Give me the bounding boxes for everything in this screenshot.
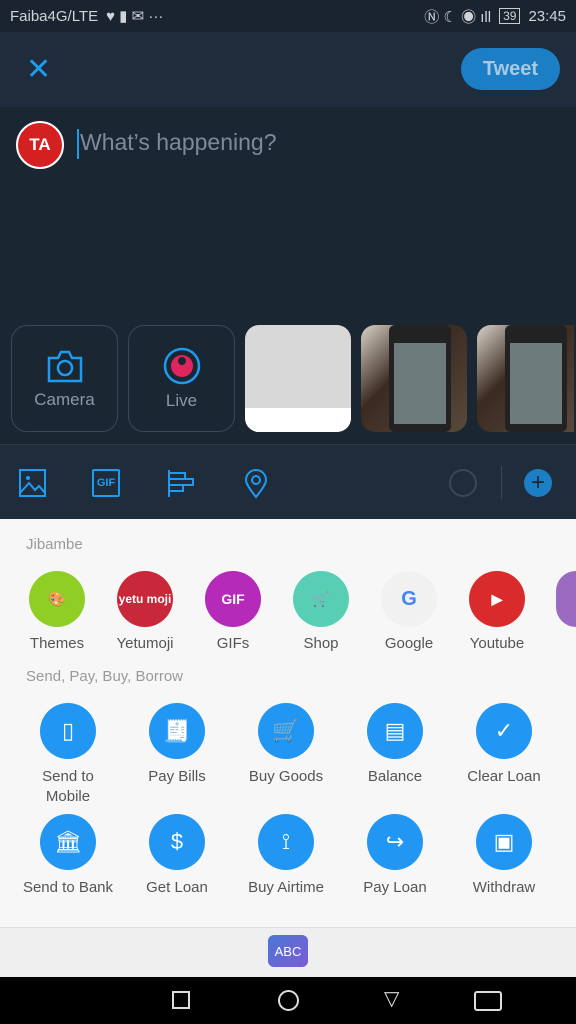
carrier: Faiba4G/LTE (10, 7, 99, 25)
shop-icon: 🛒 (293, 571, 349, 627)
pay-label: Send to Bank (22, 879, 114, 896)
pay-buy-airtime[interactable]: ⟟ Buy Airtime (232, 814, 340, 898)
pay-label: Pay Bills (148, 768, 206, 785)
google-icon: G (381, 571, 437, 627)
gifs-icon: GIF (205, 571, 261, 627)
pay-pay-loan[interactable]: ↪ Pay Loan (341, 814, 449, 898)
share-icon: ↪ (367, 814, 423, 870)
battery: 39 (499, 8, 521, 24)
pay-withdraw[interactable]: ▣ Withdraw (450, 814, 558, 898)
bill-icon: 🧾 (149, 703, 205, 759)
keyboard-switch-button[interactable] (474, 991, 502, 1011)
pay-label: Buy Goods (248, 768, 324, 785)
app-label: GIFs (216, 635, 250, 652)
balance-icon: ▤ (367, 703, 423, 759)
clock: 23:45 (528, 7, 566, 25)
live-label: Live (165, 390, 198, 410)
app-label: Google (384, 635, 434, 652)
pay-label: Buy Airtime (248, 879, 324, 896)
home-button[interactable] (278, 990, 299, 1011)
keyboard-panel: Jibambe 🎨 Themes yetu moji Yetumoji GIF GIFs 🛒… (0, 519, 576, 927)
pay-label: Get Loan (146, 879, 208, 896)
character-counter (449, 469, 477, 497)
camera-icon (47, 350, 82, 382)
pay-clear-loan[interactable]: ✓ Clear Loan (450, 703, 558, 787)
add-icon[interactable]: + (524, 469, 552, 497)
yetumoji-icon: yetu moji (117, 571, 173, 627)
photo-thumbnail[interactable] (361, 325, 467, 432)
pay-balance[interactable]: ▤ Balance (341, 703, 449, 787)
keyboard-bar: ABC (0, 927, 576, 977)
pay-get-loan[interactable]: $ Get Loan (123, 814, 231, 898)
app-label: Youtube (469, 635, 525, 652)
check-icon: ✓ (476, 703, 532, 759)
app-shop[interactable]: 🛒 Shop (281, 571, 361, 652)
section-payments: Send, Pay, Buy, Borrow (26, 668, 184, 685)
app-label: Themes (29, 635, 85, 652)
compose-area: TA What’s happening? Camera Live (0, 107, 576, 444)
cart-icon: 🛒 (258, 703, 314, 759)
compose-header: ✕ Tweet (0, 32, 576, 107)
close-icon[interactable]: ✕ (26, 55, 51, 85)
notification-icons: ♥ ▮ ✉ ··· (106, 8, 164, 25)
tweet-input[interactable]: What’s happening? (80, 129, 277, 156)
app-google[interactable]: G Google (369, 571, 449, 652)
app-yetumoji[interactable]: yetu moji Yetumoji (105, 571, 185, 652)
tower-icon: ⟟ (258, 814, 314, 870)
back-button[interactable]: ▽ (384, 986, 399, 1011)
recents-button[interactable] (172, 991, 190, 1009)
photo-thumbnail[interactable] (477, 325, 574, 432)
section-jibambe: Jibambe (26, 536, 83, 553)
location-icon[interactable] (244, 469, 268, 499)
avatar: TA (16, 121, 64, 169)
camera-label: Camera (34, 389, 95, 409)
live-icon (163, 347, 200, 384)
pay-pay-bills[interactable]: 🧾 Pay Bills (123, 703, 231, 787)
poll-icon[interactable] (167, 469, 195, 497)
pay-send-to-bank[interactable]: 🏛 Send to Bank (14, 814, 122, 898)
live-button[interactable]: Live (128, 325, 235, 432)
status-bar: Faiba4G/LTE ♥ ▮ ✉ ··· Ⓝ ☾ ◉ ıll 39 23:45 (0, 0, 576, 32)
photo-thumbnail[interactable] (245, 325, 351, 432)
themes-icon: 🎨 (29, 571, 85, 627)
app-themes[interactable]: 🎨 Themes (17, 571, 97, 652)
bank-icon: 🏛 (40, 814, 96, 870)
pay-send-to-mobile[interactable]: ▯ Send to Mobile (14, 703, 122, 807)
divider (501, 466, 502, 499)
phone-icon: ▯ (40, 703, 96, 759)
text-cursor (77, 129, 79, 159)
pay-label: Pay Loan (363, 879, 427, 896)
image-icon[interactable] (19, 469, 46, 497)
navigation-bar: ▽ (0, 977, 576, 1024)
pay-buy-goods[interactable]: 🛒 Buy Goods (232, 703, 340, 787)
app-youtube[interactable]: ▶ Youtube (457, 571, 537, 652)
media-strip: Camera Live (11, 325, 574, 432)
pay-label: Clear Loan (467, 768, 541, 785)
app-gifs[interactable]: GIF GIFs (193, 571, 273, 652)
app-label: Yetumoji (116, 635, 174, 652)
atm-icon: ▣ (476, 814, 532, 870)
app-label: Shop (303, 635, 339, 652)
gif-icon[interactable]: GIF (92, 469, 120, 497)
abc-keyboard-button[interactable]: ABC (268, 935, 308, 967)
pay-label: Balance (367, 768, 423, 785)
pay-label: Withdraw (472, 879, 536, 896)
pay-label: Send to Mobile (42, 768, 94, 805)
system-icons: Ⓝ ☾ ◉ ıll (424, 8, 492, 26)
compose-toolbar: GIF + (0, 444, 576, 519)
money-bag-icon: $ (149, 814, 205, 870)
tweet-button[interactable]: Tweet (461, 48, 560, 90)
youtube-icon: ▶ (469, 571, 525, 627)
camera-button[interactable]: Camera (11, 325, 118, 432)
partial-app-icon[interactable] (556, 571, 576, 627)
